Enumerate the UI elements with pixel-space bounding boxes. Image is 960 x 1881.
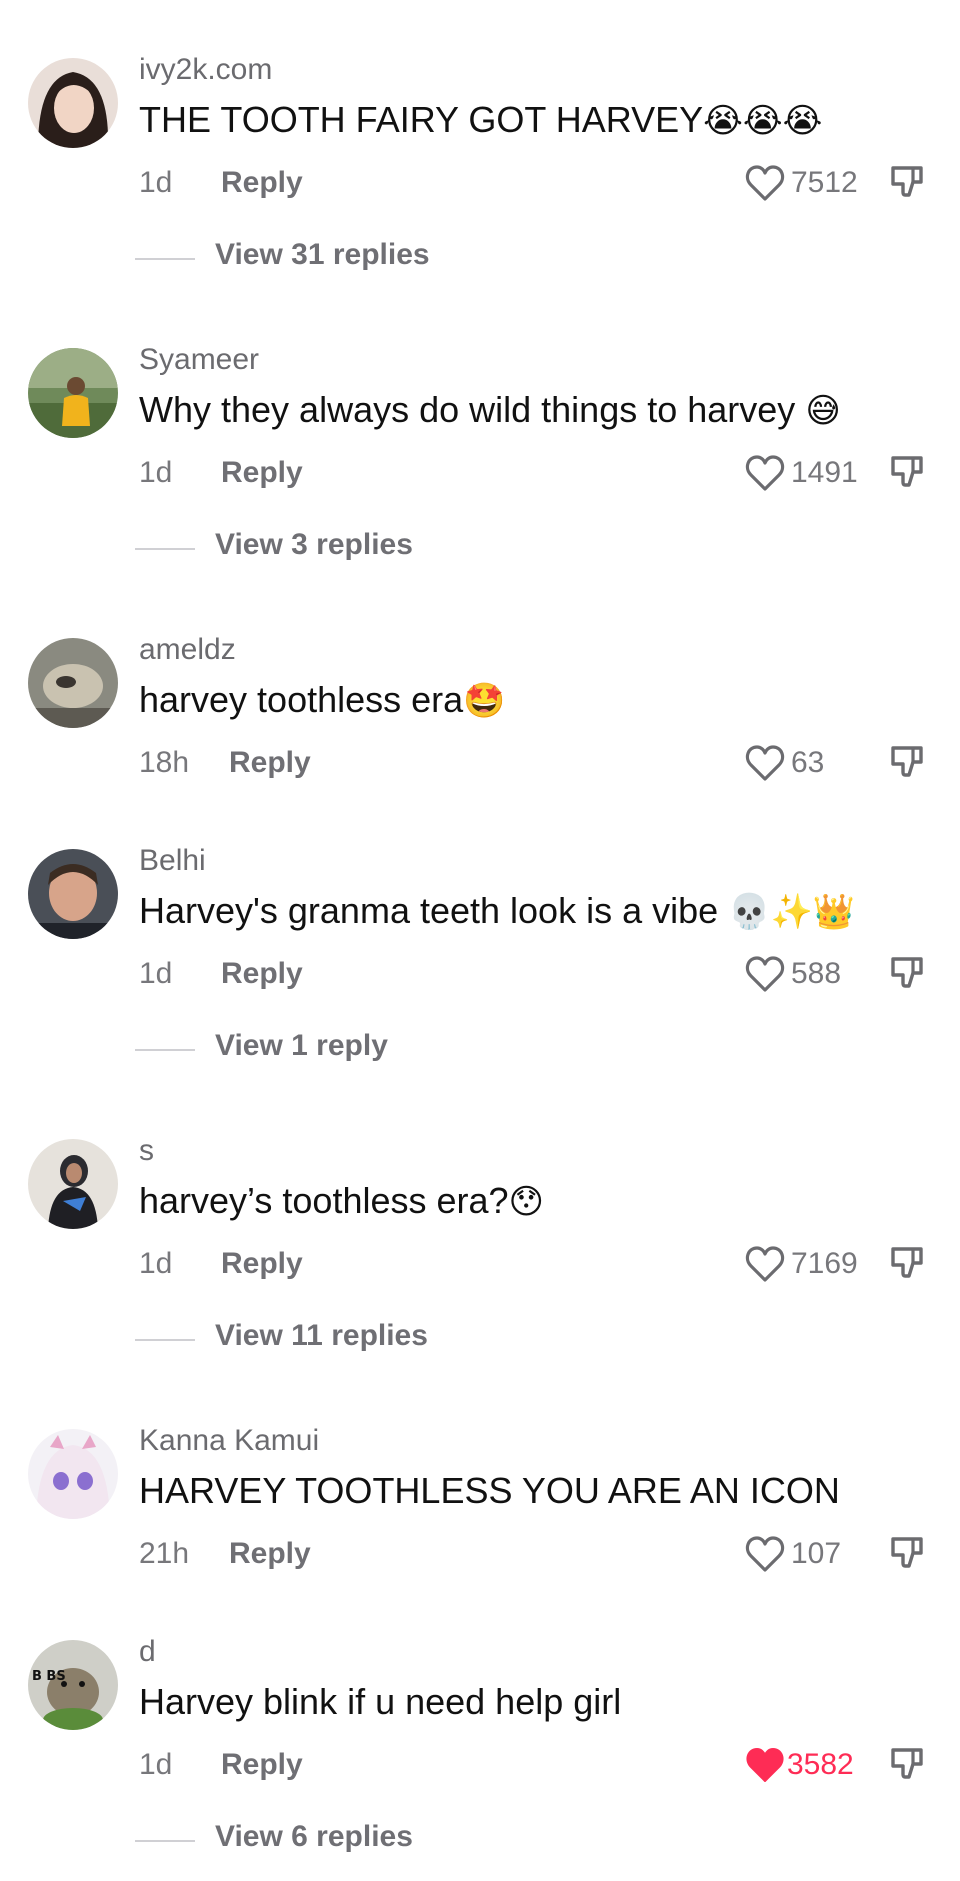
- comment-timestamp: 1d: [139, 957, 173, 990]
- divider-line: [135, 1049, 195, 1051]
- comment-timestamp: 1d: [139, 166, 173, 199]
- reply-button[interactable]: Reply: [221, 957, 303, 991]
- comment-item: B BS d Harvey blink if u need help girl …: [0, 1582, 960, 1881]
- emoji: 😅: [805, 391, 841, 431]
- dislike-button[interactable]: [888, 1243, 928, 1287]
- like-count: 1491: [791, 456, 858, 489]
- emoji: 😯: [508, 1182, 544, 1222]
- comment-item: Belhi Harvey's granma teeth look is a vi…: [0, 791, 960, 1081]
- comment-item: ivy2k.com THE TOOTH FAIRY GOT HARVEY😭😭😭 …: [0, 0, 960, 290]
- dislike-button[interactable]: [888, 742, 928, 786]
- comment-text: HARVEY TOOTHLESS YOU ARE AN ICON: [139, 1470, 840, 1511]
- like-button[interactable]: 7512: [745, 162, 865, 206]
- avatar[interactable]: [28, 849, 118, 939]
- comment-timestamp: 1d: [139, 456, 173, 489]
- dislike-button[interactable]: [888, 452, 928, 496]
- view-replies-label: View 11 replies: [215, 1319, 428, 1352]
- like-count: 588: [791, 957, 842, 990]
- heart-outline-icon: [745, 1246, 785, 1282]
- thumbs-down-icon: [891, 746, 923, 777]
- thumbs-down-icon: [891, 1537, 923, 1568]
- comment-timestamp: 21h: [139, 1537, 190, 1570]
- avatar[interactable]: [28, 638, 118, 728]
- comment-text: harvey’s toothless era?😯: [139, 1180, 544, 1222]
- dislike-button[interactable]: [888, 1533, 928, 1577]
- divider-line: [135, 548, 195, 550]
- view-replies-label: View 1 reply: [215, 1029, 388, 1062]
- reply-button[interactable]: Reply: [221, 166, 303, 200]
- emoji: 😭😭😭: [703, 101, 823, 141]
- comment-text: harvey toothless era🤩: [139, 679, 506, 721]
- heart-outline-icon: [745, 165, 785, 201]
- reply-button[interactable]: Reply: [229, 1537, 311, 1571]
- thumbs-down-icon: [891, 456, 923, 487]
- avatar[interactable]: [28, 58, 118, 148]
- comment-username[interactable]: Syameer: [139, 343, 259, 377]
- view-replies-label: View 31 replies: [215, 238, 430, 271]
- thumbs-down-icon: [891, 1748, 923, 1779]
- like-button[interactable]: 63: [745, 742, 865, 786]
- comment-text: Harvey blink if u need help girl: [139, 1681, 622, 1722]
- emoji: 🤩: [463, 681, 506, 721]
- dislike-button[interactable]: [888, 162, 928, 206]
- comment-username[interactable]: ivy2k.com: [139, 53, 272, 87]
- avatar[interactable]: [28, 1139, 118, 1229]
- comment-timestamp: 1d: [139, 1247, 173, 1280]
- emoji: 💀✨👑: [728, 892, 856, 932]
- dislike-button[interactable]: [888, 953, 928, 997]
- view-replies-label: View 3 replies: [215, 528, 413, 561]
- comment-item: s harvey’s toothless era?😯 1d Reply 7169…: [0, 1081, 960, 1371]
- like-count: 107: [791, 1537, 842, 1570]
- reply-button[interactable]: Reply: [221, 1748, 303, 1782]
- thumbs-down-icon: [891, 1247, 923, 1278]
- reply-button[interactable]: Reply: [221, 456, 303, 490]
- avatar[interactable]: B BS: [28, 1640, 118, 1730]
- comment-text: Why they always do wild things to harvey…: [139, 389, 841, 431]
- dislike-button[interactable]: [888, 1744, 928, 1788]
- heart-outline-icon: [745, 745, 785, 781]
- like-button[interactable]: 1491: [745, 452, 865, 496]
- reply-button[interactable]: Reply: [221, 1247, 303, 1281]
- like-button[interactable]: 588: [745, 953, 865, 997]
- thumbs-down-icon: [891, 166, 923, 197]
- like-count: 3582: [787, 1748, 854, 1781]
- like-count: 7169: [791, 1247, 858, 1280]
- like-button[interactable]: 7169: [745, 1243, 865, 1287]
- heart-outline-icon: [745, 956, 785, 992]
- heart-outline-icon: [745, 1536, 785, 1572]
- comment-text: THE TOOTH FAIRY GOT HARVEY😭😭😭: [139, 99, 823, 141]
- thumbs-down-icon: [891, 957, 923, 988]
- comment-item: ameldz harvey toothless era🤩 18h Reply 6…: [0, 580, 960, 791]
- reply-button[interactable]: Reply: [229, 746, 311, 780]
- heart-filled-icon: [746, 1748, 784, 1782]
- like-button[interactable]: 3582: [745, 1744, 865, 1788]
- divider-line: [135, 1840, 195, 1842]
- comment-text: Harvey's granma teeth look is a vibe 💀✨👑: [139, 890, 856, 932]
- divider-line: [135, 258, 195, 260]
- like-count: 63: [791, 746, 825, 779]
- like-button[interactable]: 107: [745, 1533, 865, 1577]
- comment-username[interactable]: s: [139, 1134, 154, 1168]
- comment-username[interactable]: Kanna Kamui: [139, 1424, 319, 1458]
- comment-item: Kanna Kamui HARVEY TOOTHLESS YOU ARE AN …: [0, 1371, 960, 1582]
- heart-outline-icon: [745, 455, 785, 491]
- avatar[interactable]: [28, 1429, 118, 1519]
- avatar-text: B BS: [32, 1669, 66, 1684]
- like-count: 7512: [791, 166, 858, 199]
- view-replies-label: View 6 replies: [215, 1820, 413, 1853]
- comment-username[interactable]: d: [139, 1635, 156, 1669]
- comment-timestamp: 18h: [139, 746, 190, 779]
- comment-username[interactable]: ameldz: [139, 633, 236, 667]
- comment-timestamp: 1d: [139, 1748, 173, 1781]
- comment-username[interactable]: Belhi: [139, 844, 206, 878]
- divider-line: [135, 1339, 195, 1341]
- comment-item: Syameer Why they always do wild things t…: [0, 290, 960, 580]
- avatar[interactable]: [28, 348, 118, 438]
